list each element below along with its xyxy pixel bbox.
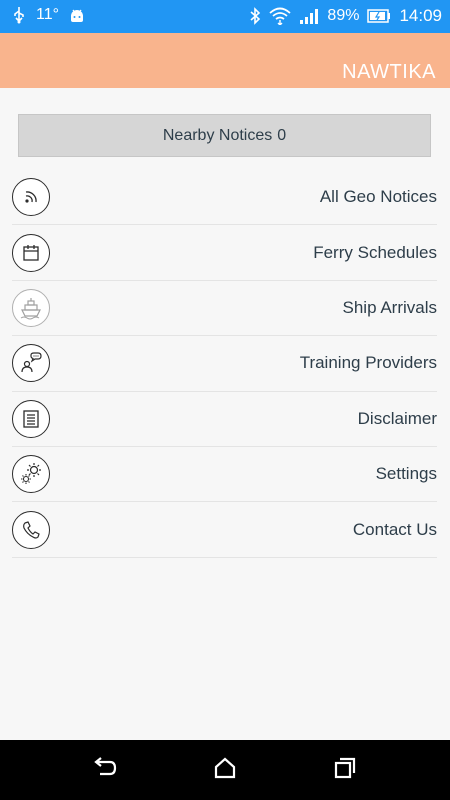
- battery-percent: 89%: [327, 7, 360, 24]
- battery-icon: [367, 9, 391, 23]
- nearby-notices-label: Nearby Notices: [162, 126, 273, 144]
- android-icon: [69, 7, 85, 23]
- nearby-notices-count: 0: [277, 126, 287, 144]
- menu-list: All Geo Notices Ferry Schedules Ship Arr…: [12, 170, 437, 558]
- menu-item-label: All Geo Notices: [319, 187, 437, 207]
- main-content: Nearby Notices 0 All Geo Notices Ferry S…: [0, 88, 450, 740]
- menu-item-label: Ship Arrivals: [342, 297, 437, 317]
- recents-button[interactable]: [331, 757, 359, 784]
- menu-item-label: Ferry Schedules: [313, 242, 437, 262]
- bluetooth-icon: [249, 7, 261, 25]
- ship-icon: [12, 288, 50, 327]
- menu-item-disclaimer[interactable]: Disclaimer: [12, 392, 437, 447]
- clock: 14:09: [399, 6, 442, 25]
- menu-item-ferry-schedules[interactable]: Ferry Schedules: [12, 225, 437, 281]
- calendar-icon: [12, 233, 50, 272]
- menu-item-all-geo-notices[interactable]: All Geo Notices: [12, 170, 437, 226]
- status-bar: 11° 89% 14:09: [0, 0, 450, 33]
- back-icon: [92, 756, 118, 784]
- rss-icon: [12, 178, 50, 217]
- menu-item-label: Contact Us: [352, 519, 437, 539]
- menu-item-contact-us[interactable]: Contact Us: [12, 502, 437, 558]
- gears-icon: [12, 455, 50, 494]
- nearby-notices-button[interactable]: Nearby Notices 0: [18, 114, 431, 157]
- wifi-icon: [269, 7, 292, 25]
- phone-icon: [12, 510, 50, 549]
- home-icon: [213, 757, 237, 784]
- app-bar: NAWTIKA: [0, 33, 450, 88]
- menu-item-label: Disclaimer: [357, 408, 437, 428]
- menu-item-settings[interactable]: Settings: [12, 447, 437, 503]
- menu-item-label: Training Providers: [299, 353, 437, 373]
- recents-icon: [333, 757, 357, 784]
- temperature-text: 11°: [36, 6, 60, 23]
- system-nav-bar: [0, 740, 450, 800]
- menu-item-training-providers[interactable]: Training Providers: [12, 336, 437, 392]
- document-icon: [12, 399, 50, 438]
- home-button[interactable]: [211, 757, 239, 784]
- menu-item-label: Settings: [375, 464, 437, 484]
- signal-icon: [299, 8, 319, 24]
- app-title: NAWTIKA: [342, 61, 436, 83]
- usb-icon: [12, 6, 26, 24]
- back-button[interactable]: [91, 756, 119, 784]
- menu-item-ship-arrivals[interactable]: Ship Arrivals: [12, 281, 437, 337]
- speech-person-icon: [12, 344, 50, 383]
